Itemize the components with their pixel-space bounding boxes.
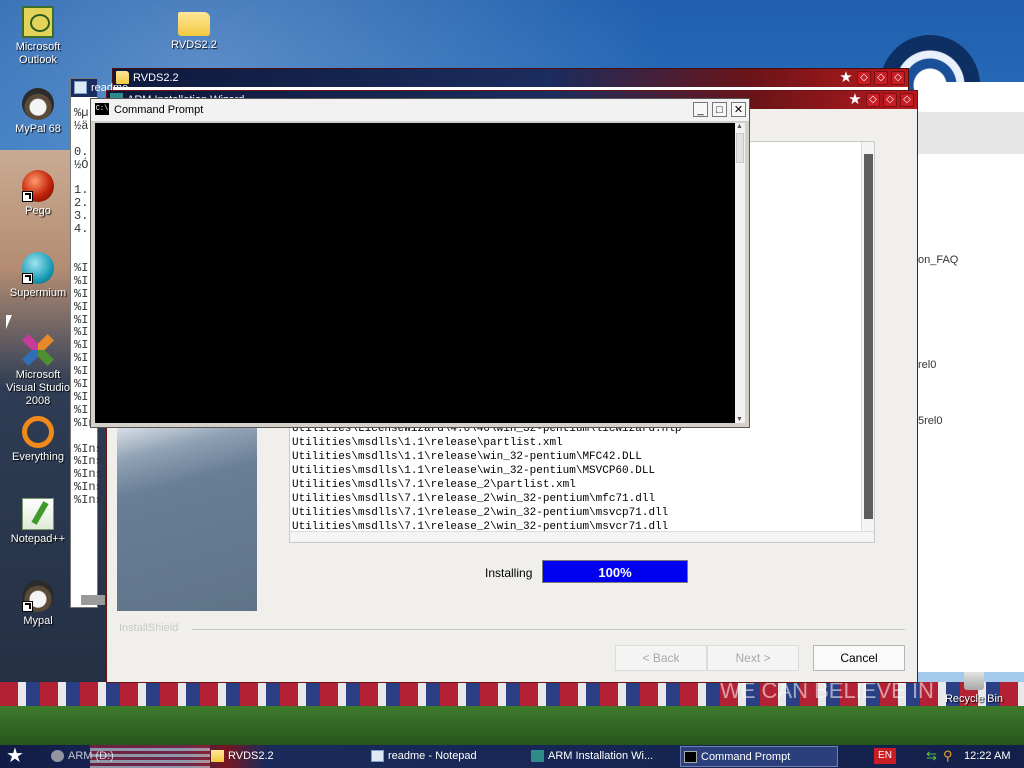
folder-icon	[211, 750, 224, 762]
star-icon[interactable]: ★	[838, 70, 854, 85]
taskbar-item-arm-drive[interactable]: ARM (D:)	[48, 746, 188, 767]
cmd-vscrollbar[interactable]: ▲ ▼	[735, 123, 745, 423]
wallpaper-grass	[0, 706, 1024, 745]
minimize-button[interactable]: _	[693, 102, 708, 117]
visual-studio-icon	[22, 334, 54, 366]
desktop-icon-label: Notepad++	[10, 533, 66, 545]
minimize-button[interactable]: ◇	[866, 93, 880, 107]
recycle-bin-icon	[964, 670, 984, 690]
desktop-icon-supermium[interactable]: Supermium	[0, 252, 76, 300]
supermium-icon	[22, 252, 54, 284]
network-tray-icon[interactable]: ⇆	[926, 749, 940, 763]
desktop-icon-label: Mypal	[23, 615, 53, 627]
command-prompt-window[interactable]: C:\ Command Prompt _ □ ✕ ▲ ▼	[90, 98, 750, 428]
start-star-icon: ★	[6, 745, 24, 767]
rvds-folder-header	[918, 112, 1024, 154]
scroll-down-icon[interactable]: ▼	[736, 416, 743, 423]
desktop-icon-everything[interactable]: Everything	[0, 416, 76, 464]
notepadpp-icon	[22, 498, 54, 530]
taskbar: ★ ARM (D:) RVDS2.2 readme - Notepad ARM …	[0, 745, 1024, 768]
cancel-button[interactable]: Cancel	[813, 645, 905, 671]
maximize-button[interactable]: ◇	[883, 93, 897, 107]
outlook-icon	[22, 6, 54, 38]
taskbar-item-label: readme - Notepad	[388, 750, 477, 762]
desktop-icon-mypal68[interactable]: MyPal 68	[0, 88, 76, 136]
rvds-folder-pane: on_FAQ rel0 5rel0	[918, 82, 1024, 672]
mypal-icon	[22, 88, 54, 120]
desktop-icon-mypal[interactable]: Mypal	[0, 580, 76, 628]
taskbar-item-rvds[interactable]: RVDS2.2	[208, 746, 358, 767]
notepad-icon	[74, 81, 87, 94]
back-button[interactable]: < Back	[615, 645, 707, 671]
notepad-hscrollbar[interactable]	[81, 595, 105, 605]
divider	[192, 629, 905, 630]
cmd-console[interactable]	[95, 123, 735, 423]
rvds-titlebar[interactable]: RVDS2.2 ★ ◇ ◇ ◇	[113, 69, 908, 87]
desktop-icon-label: MyPal 68	[15, 123, 61, 135]
language-indicator[interactable]: EN	[874, 748, 896, 764]
desktop-icon-label: Everything	[12, 451, 64, 463]
taskbar-item-label: ARM (D:)	[68, 750, 114, 762]
desktop-icon-notepadpp[interactable]: Notepad++	[0, 498, 76, 546]
close-button[interactable]: ✕	[731, 102, 746, 117]
desktop-icon-rvds[interactable]: RVDS2.2	[156, 6, 232, 52]
search-tray-icon[interactable]: ⚲	[943, 749, 957, 763]
shortcut-arrow-icon	[22, 601, 33, 612]
installshield-label: InstallShield	[119, 622, 179, 634]
desktop-icon-label: Recycle Bin	[944, 693, 1004, 705]
notepad-icon	[371, 750, 384, 762]
taskbar-item-notepad[interactable]: readme - Notepad	[368, 746, 518, 767]
close-button[interactable]: ◇	[900, 93, 914, 107]
mouse-cursor-icon	[6, 315, 12, 329]
desktop-icon-label: Microsoft Visual Studio 2008	[5, 369, 70, 407]
taskbar-item-installer[interactable]: ARM Installation Wi...	[528, 746, 678, 767]
desktop-icon-label: Supermium	[9, 287, 67, 299]
notepad-titlebar[interactable]: readme	[71, 79, 128, 97]
pego-icon	[22, 170, 54, 202]
cmd-titlebar[interactable]: C:\ Command Prompt _ □ ✕	[91, 99, 749, 122]
folder-item[interactable]: on_FAQ	[918, 254, 958, 266]
shortcut-arrow-icon	[22, 273, 33, 284]
desktop-icon-label: RVDS2.2	[171, 39, 217, 51]
next-button[interactable]: Next >	[707, 645, 799, 671]
folder-item[interactable]: rel0	[918, 359, 936, 371]
taskbar-clock[interactable]: 12:22 AM	[964, 745, 1010, 768]
star-icon[interactable]: ★	[847, 92, 863, 107]
desktop-icon-visual-studio[interactable]: Microsoft Visual Studio 2008	[0, 334, 76, 408]
taskbar-item-cmd[interactable]: Command Prompt	[680, 746, 838, 767]
desktop-icon-outlook[interactable]: Microsoft Outlook	[0, 6, 76, 67]
taskbar-item-label: RVDS2.2	[228, 750, 274, 762]
install-progress-bar: 100%	[542, 560, 688, 583]
minimize-button[interactable]: ◇	[857, 71, 871, 85]
file-list-vscrollbar[interactable]	[861, 142, 874, 542]
taskbar-item-label: Command Prompt	[701, 751, 791, 763]
cmd-icon	[684, 751, 697, 763]
scroll-up-icon[interactable]: ▲	[736, 123, 743, 130]
start-button[interactable]: ★	[6, 745, 28, 767]
file-list-hscrollbar[interactable]	[290, 531, 874, 542]
maximize-button[interactable]: □	[712, 102, 727, 117]
scrollbar-thumb[interactable]	[736, 133, 744, 163]
window-title: RVDS2.2	[133, 72, 179, 84]
close-button[interactable]: ◇	[891, 71, 905, 85]
everything-icon	[22, 416, 54, 448]
desktop-icon-label: Pego	[25, 205, 51, 217]
installer-icon	[531, 750, 544, 762]
maximize-button[interactable]: ◇	[874, 71, 888, 85]
taskbar-item-label: ARM Installation Wi...	[548, 750, 654, 762]
progress-text: 100%	[598, 565, 632, 580]
drive-icon	[51, 750, 64, 762]
cmd-icon: C:\	[95, 103, 109, 115]
scrollbar-thumb[interactable]	[864, 154, 873, 519]
desktop-icon-pego[interactable]: Pego	[0, 170, 76, 218]
window-title: Command Prompt	[114, 104, 204, 116]
folder-icon	[178, 12, 210, 36]
folder-item[interactable]: 5rel0	[918, 415, 942, 427]
shortcut-arrow-icon	[22, 191, 33, 202]
install-status-label: Installing	[485, 566, 533, 580]
installer-side-graphic	[117, 421, 257, 611]
desktop-icon-recycle-bin[interactable]: Recycle Bin	[936, 670, 1012, 706]
mypal-icon	[22, 580, 54, 612]
desktop-icon-label: Microsoft Outlook	[15, 41, 61, 66]
